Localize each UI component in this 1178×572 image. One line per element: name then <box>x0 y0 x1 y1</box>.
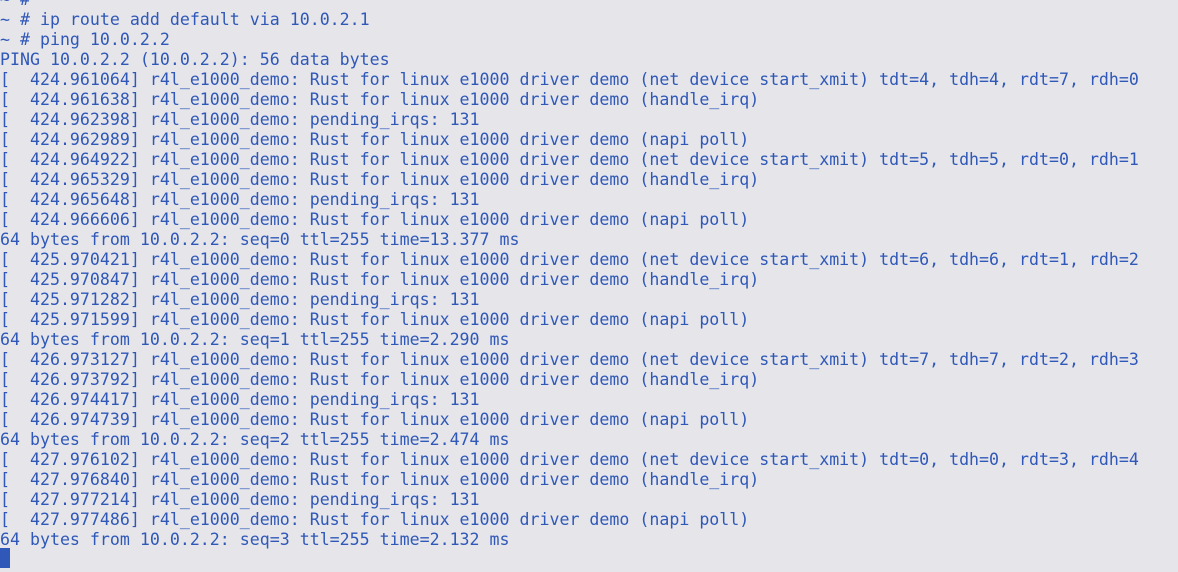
terminal-line: [ 427.976102] r4l_e1000_demo: Rust for l… <box>0 450 1139 469</box>
terminal-line: 64 bytes from 10.0.2.2: seq=1 ttl=255 ti… <box>0 330 510 349</box>
terminal-line: [ 424.961638] r4l_e1000_demo: Rust for l… <box>0 90 760 109</box>
terminal-line: 64 bytes from 10.0.2.2: seq=0 ttl=255 ti… <box>0 230 520 249</box>
terminal-line: [ 427.977486] r4l_e1000_demo: Rust for l… <box>0 510 750 529</box>
terminal-line: [ 424.962398] r4l_e1000_demo: pending_ir… <box>0 110 480 129</box>
terminal-line: [ 426.974739] r4l_e1000_demo: Rust for l… <box>0 410 750 429</box>
terminal-line: [ 425.971599] r4l_e1000_demo: Rust for l… <box>0 310 750 329</box>
terminal-line: ~ # <box>0 0 1178 10</box>
terminal-line: [ 425.971282] r4l_e1000_demo: pending_ir… <box>0 290 480 309</box>
terminal-line: PING 10.0.2.2 (10.0.2.2): 56 data bytes <box>0 50 390 69</box>
terminal-line: [ 424.964922] r4l_e1000_demo: Rust for l… <box>0 150 1139 169</box>
terminal-line: [ 424.965329] r4l_e1000_demo: Rust for l… <box>0 170 760 189</box>
terminal-line: 64 bytes from 10.0.2.2: seq=2 ttl=255 ti… <box>0 430 510 449</box>
terminal-line: [ 427.977214] r4l_e1000_demo: pending_ir… <box>0 490 480 509</box>
terminal-cursor <box>0 548 10 568</box>
terminal-line: 64 bytes from 10.0.2.2: seq=3 ttl=255 ti… <box>0 530 510 549</box>
terminal-line: ~ # ping 10.0.2.2 <box>0 30 170 49</box>
terminal-line: [ 426.973792] r4l_e1000_demo: Rust for l… <box>0 370 760 389</box>
terminal-line: [ 426.973127] r4l_e1000_demo: Rust for l… <box>0 350 1139 369</box>
terminal-output[interactable]: ~ # ~ # ip route add default via 10.0.2.… <box>0 0 1178 572</box>
terminal-line: [ 424.961064] r4l_e1000_demo: Rust for l… <box>0 70 1139 89</box>
terminal-line: [ 424.962989] r4l_e1000_demo: Rust for l… <box>0 130 750 149</box>
terminal-line: ~ # ip route add default via 10.0.2.1 <box>0 10 370 29</box>
terminal-line: [ 425.970421] r4l_e1000_demo: Rust for l… <box>0 250 1139 269</box>
terminal-line: [ 426.974417] r4l_e1000_demo: pending_ir… <box>0 390 480 409</box>
terminal-line: [ 424.966606] r4l_e1000_demo: Rust for l… <box>0 210 750 229</box>
terminal-line: [ 425.970847] r4l_e1000_demo: Rust for l… <box>0 270 760 289</box>
terminal-line: [ 424.965648] r4l_e1000_demo: pending_ir… <box>0 190 480 209</box>
terminal-line: [ 427.976840] r4l_e1000_demo: Rust for l… <box>0 470 760 489</box>
